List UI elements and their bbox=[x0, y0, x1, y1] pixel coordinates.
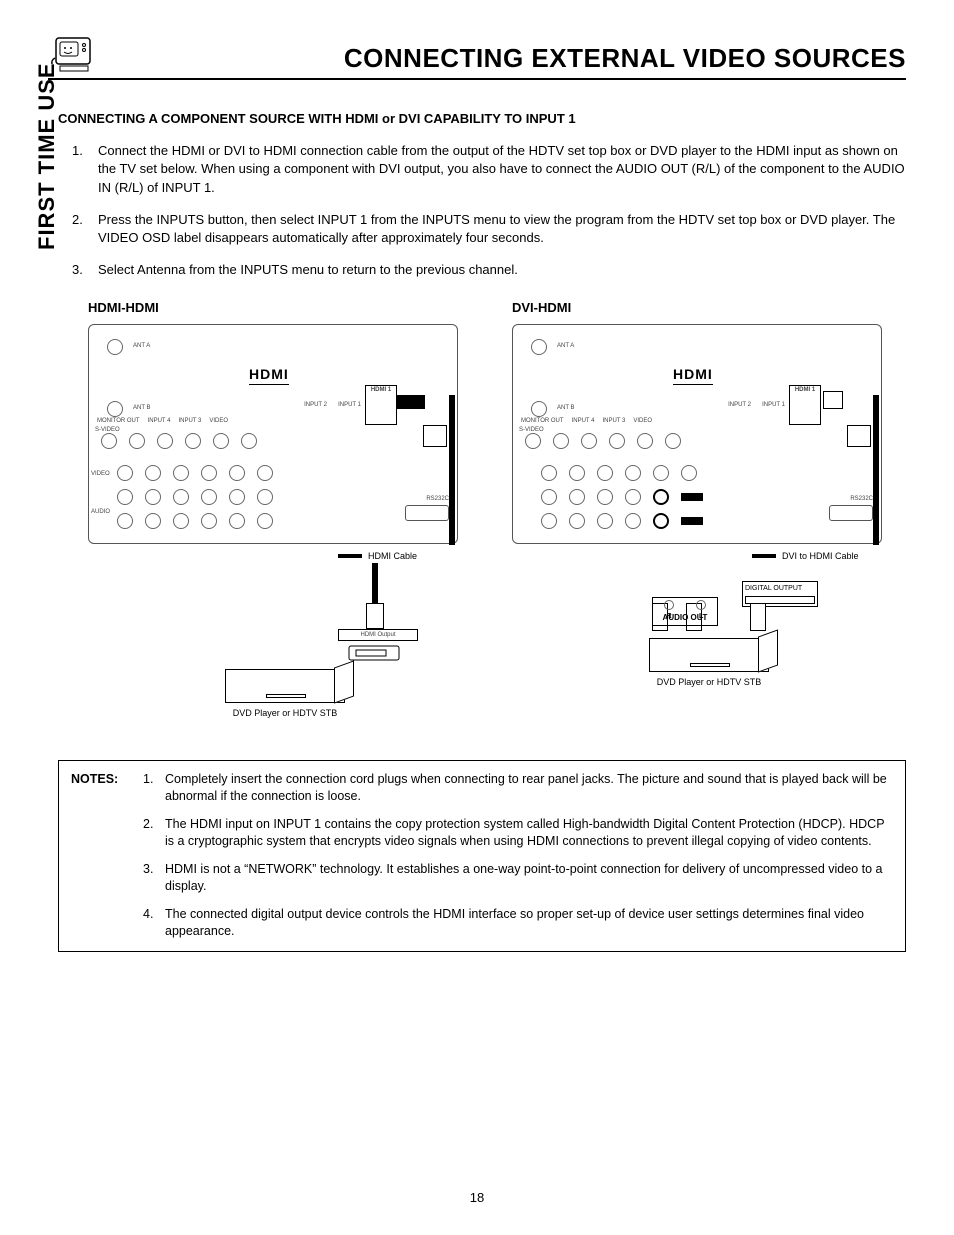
diagram-hdmi-hdmi: HDMI-HDMI HDMI ANT A ANT B HDMI 1 INPUT … bbox=[88, 299, 482, 720]
port bbox=[157, 433, 173, 449]
input3-label: INPUT 3 bbox=[178, 417, 201, 425]
cable-swatch bbox=[338, 554, 362, 558]
note-item: 4. The connected digital output device c… bbox=[143, 906, 893, 941]
video-label: VIDEO bbox=[209, 417, 228, 425]
port bbox=[101, 433, 117, 449]
step-number: 3. bbox=[72, 261, 98, 279]
diagram-title: DVI-HDMI bbox=[512, 299, 906, 317]
notes-list: 1. Completely insert the connection cord… bbox=[143, 771, 893, 941]
page-title: CONNECTING EXTERNAL VIDEO SOURCES bbox=[344, 43, 906, 74]
port bbox=[229, 465, 245, 481]
main-content: CONNECTING A COMPONENT SOURCE WITH HDMI … bbox=[58, 110, 906, 952]
ant-a-label: ANT A bbox=[133, 342, 150, 350]
port bbox=[173, 489, 189, 505]
port bbox=[257, 489, 273, 505]
page-number: 18 bbox=[0, 1190, 954, 1205]
hdmi-logo: HDMI bbox=[673, 365, 713, 386]
port bbox=[145, 513, 161, 529]
port bbox=[117, 489, 133, 505]
tv-small-icon bbox=[348, 645, 408, 663]
cable-label-text: DVI to HDMI Cable bbox=[782, 550, 859, 563]
dvd-player-icon bbox=[649, 638, 769, 672]
port bbox=[173, 513, 189, 529]
cable-swatch bbox=[752, 554, 776, 558]
video-row-label: VIDEO bbox=[91, 470, 110, 478]
ant-b-port bbox=[107, 401, 123, 417]
port bbox=[241, 433, 257, 449]
page-header: CONNECTING EXTERNAL VIDEO SOURCES bbox=[48, 30, 906, 80]
rs232c-label: RS232C bbox=[426, 495, 449, 503]
port bbox=[173, 465, 189, 481]
hdmi1-label: HDMI 1 bbox=[366, 386, 396, 394]
input4-label: INPUT 4 bbox=[148, 417, 171, 425]
hdmi-logo: HDMI bbox=[249, 365, 289, 386]
section-heading: CONNECTING A COMPONENT SOURCE WITH HDMI … bbox=[58, 110, 906, 128]
step-item: 1. Connect the HDMI or DVI to HDMI conne… bbox=[72, 142, 906, 197]
ant-a-port bbox=[531, 339, 547, 355]
input2-label: INPUT 2 bbox=[304, 401, 327, 409]
step-text: Select Antenna from the INPUTS menu to r… bbox=[98, 261, 518, 279]
port bbox=[145, 465, 161, 481]
diagram-row: HDMI-HDMI HDMI ANT A ANT B HDMI 1 INPUT … bbox=[88, 299, 906, 720]
step-item: 3. Select Antenna from the INPUTS menu t… bbox=[72, 261, 906, 279]
port bbox=[229, 513, 245, 529]
hdmi-output-label: HDMI Output bbox=[338, 629, 418, 641]
ant-b-label: ANT B bbox=[133, 404, 151, 412]
dvi-connector-icon bbox=[750, 603, 766, 631]
port bbox=[213, 433, 229, 449]
ant-b-port bbox=[531, 401, 547, 417]
port bbox=[257, 465, 273, 481]
input1-label: INPUT 1 bbox=[762, 401, 785, 409]
cable-legend: DVI to HDMI Cable bbox=[752, 550, 859, 563]
audio-label: AUDIO bbox=[91, 508, 110, 516]
audio-plug-icon bbox=[681, 517, 703, 525]
port bbox=[201, 465, 217, 481]
port bbox=[129, 433, 145, 449]
port bbox=[117, 513, 133, 529]
monitor-out-label: MONITOR OUT bbox=[97, 417, 140, 425]
notes-label: NOTES: bbox=[71, 771, 143, 941]
rear-panel-diagram: HDMI ANT A ANT B HDMI 1 INPUT 1 INPUT 2 … bbox=[512, 324, 882, 544]
side-tab: FIRST TIME USE bbox=[34, 62, 60, 250]
step-number: 2. bbox=[72, 211, 98, 247]
ant-a-label: ANT A bbox=[557, 342, 574, 350]
step-text: Press the INPUTS button, then select INP… bbox=[98, 211, 906, 247]
hdmi1-label: HDMI 1 bbox=[790, 386, 820, 394]
rear-panel-diagram: HDMI ANT A ANT B HDMI 1 INPUT 1 INPUT 2 bbox=[88, 324, 458, 544]
input2-label: INPUT 2 bbox=[728, 401, 751, 409]
port bbox=[185, 433, 201, 449]
dvd-player-icon bbox=[225, 669, 345, 703]
port bbox=[201, 513, 217, 529]
audio-plug-icon bbox=[681, 493, 703, 501]
device-caption: DVD Player or HDTV STB bbox=[88, 707, 482, 720]
input1-label: INPUT 1 bbox=[338, 401, 361, 409]
note-item: 1. Completely insert the connection cord… bbox=[143, 771, 893, 806]
step-text: Connect the HDMI or DVI to HDMI connecti… bbox=[98, 142, 906, 197]
port bbox=[257, 513, 273, 529]
cable-legend: HDMI Cable bbox=[338, 550, 417, 563]
port bbox=[117, 465, 133, 481]
device-caption: DVD Player or HDTV STB bbox=[512, 676, 906, 689]
diagram-title: HDMI-HDMI bbox=[88, 299, 482, 317]
note-item: 3. HDMI is not a “NETWORK” technology. I… bbox=[143, 861, 893, 896]
ant-a-port bbox=[107, 339, 123, 355]
audio-out-box: R L AUDIO OUT bbox=[652, 597, 718, 626]
note-item: 2. The HDMI input on INPUT 1 contains th… bbox=[143, 816, 893, 851]
step-number: 1. bbox=[72, 142, 98, 197]
ant-b-label: ANT B bbox=[557, 404, 575, 412]
port bbox=[229, 489, 245, 505]
port bbox=[145, 489, 161, 505]
port bbox=[201, 489, 217, 505]
steps-list: 1. Connect the HDMI or DVI to HDMI conne… bbox=[72, 142, 906, 279]
diagram-dvi-hdmi: DVI-HDMI HDMI ANT A ANT B HDMI 1 INPUT 1… bbox=[512, 299, 906, 720]
notes-box: NOTES: 1. Completely insert the connecti… bbox=[58, 760, 906, 952]
cable-label-text: HDMI Cable bbox=[368, 550, 417, 563]
step-item: 2. Press the INPUTS button, then select … bbox=[72, 211, 906, 247]
